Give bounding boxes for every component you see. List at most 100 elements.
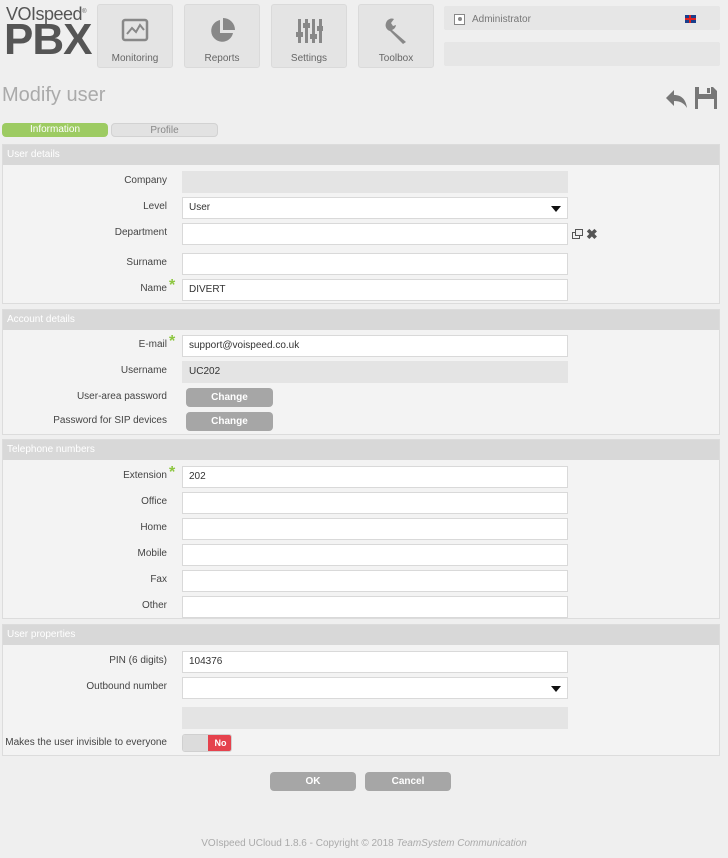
wrench-icon — [385, 18, 406, 44]
invisible-label: Makes the user invisible to everyone — [5, 737, 167, 748]
surname-row: Surname — [3, 253, 719, 275]
other-label: Other — [141, 600, 167, 611]
name-field[interactable]: DIVERT — [182, 279, 568, 301]
telephone-numbers-section: Telephone numbers Extension * 202 Office… — [2, 439, 720, 619]
level-label: Level — [143, 201, 167, 212]
nav-toolbox-label: Toolbox — [378, 53, 414, 64]
extension-label: Extension — [123, 470, 167, 481]
required-asterisk-icon: * — [169, 464, 176, 481]
name-label: Name — [140, 283, 167, 294]
nav-settings-label: Settings — [290, 53, 328, 64]
user-details-section: User details Company Level User Departme… — [2, 144, 720, 304]
department-field[interactable] — [182, 223, 568, 245]
account-details-section: Account details E-mail * support@voispee… — [2, 309, 720, 435]
monitor-chart-icon — [121, 18, 149, 42]
cancel-button[interactable]: Cancel — [365, 772, 451, 791]
pin-label: PIN (6 digits) — [109, 655, 167, 666]
level-select[interactable]: User — [182, 197, 568, 219]
pin-row: PIN (6 digits) 104376 — [3, 651, 719, 673]
toggle-state: No — [208, 735, 231, 751]
outbound-extra-field — [182, 707, 568, 729]
user-panel: Administrator — [444, 4, 720, 66]
nav-reports-button[interactable]: Reports — [184, 4, 260, 68]
user-secondary-bar — [444, 42, 720, 66]
toggle-off-part — [183, 735, 208, 751]
outbound-label: Outbound number — [86, 681, 167, 692]
username-field-label: Username — [120, 365, 167, 376]
pie-chart-icon — [211, 18, 235, 42]
surname-field[interactable] — [182, 253, 568, 275]
home-row: Home — [3, 518, 719, 540]
extension-field[interactable]: 202 — [182, 466, 568, 488]
email-field[interactable]: support@voispeed.co.uk — [182, 335, 568, 357]
tab-profile[interactable]: Profile — [111, 123, 218, 137]
section-header: User properties — [3, 625, 719, 645]
voispeed-pbx-logo: VOIspeed® PBX — [4, 4, 92, 64]
other-row: Other — [3, 596, 719, 618]
sliders-icon — [296, 19, 323, 43]
logo-pbx-text: PBX — [4, 15, 92, 64]
required-asterisk-icon: * — [169, 277, 176, 294]
ok-button[interactable]: OK — [270, 772, 356, 791]
change-sip-password-button[interactable]: Change — [186, 412, 273, 431]
user-area-password-label: User-area password — [76, 391, 167, 402]
department-row: Department ✖ — [3, 223, 719, 245]
outbound-extra-row — [3, 707, 719, 729]
user-area-password-row: User-area password Change — [3, 387, 719, 409]
footer-text: VOIspeed UCloud 1.8.6 - Copyright © 2018 — [201, 838, 397, 849]
close-icon[interactable]: ✖ — [586, 226, 598, 243]
sip-password-row: Password for SIP devices Change — [3, 411, 719, 433]
username-label: Administrator — [472, 14, 531, 25]
company-label: Company — [124, 175, 167, 186]
fax-label: Fax — [150, 574, 167, 585]
office-field[interactable] — [182, 492, 568, 514]
section-header: User details — [3, 145, 719, 165]
tab-information[interactable]: Information — [2, 123, 108, 137]
sip-password-label: Password for SIP devices — [53, 415, 167, 426]
back-arrow-icon[interactable] — [664, 86, 688, 110]
outbound-row: Outbound number — [3, 677, 719, 699]
level-row: Level User — [3, 197, 719, 219]
email-label: E-mail — [138, 339, 167, 350]
copy-icon[interactable] — [572, 229, 583, 239]
outbound-select[interactable] — [182, 677, 568, 699]
nav-monitoring-button[interactable]: Monitoring — [97, 4, 173, 68]
chevron-down-icon — [551, 686, 561, 692]
user-bar[interactable]: Administrator — [444, 6, 720, 30]
mobile-field[interactable] — [182, 544, 568, 566]
page-title: Modify user — [2, 84, 106, 106]
invisible-toggle[interactable]: No — [182, 734, 232, 752]
change-user-area-password-button[interactable]: Change — [186, 388, 273, 407]
footer-company: TeamSystem Communication — [396, 838, 527, 849]
office-row: Office — [3, 492, 719, 514]
office-label: Office — [141, 496, 167, 507]
home-label: Home — [140, 522, 167, 533]
section-header: Account details — [3, 310, 719, 330]
section-header: Telephone numbers — [3, 440, 719, 460]
username-row: Username UC202 — [3, 361, 719, 383]
uk-flag-icon[interactable] — [685, 15, 696, 23]
username-field: UC202 — [182, 361, 568, 383]
fax-row: Fax — [3, 570, 719, 592]
mobile-row: Mobile — [3, 544, 719, 566]
pin-field[interactable]: 104376 — [182, 651, 568, 673]
mobile-label: Mobile — [137, 548, 167, 559]
company-field — [182, 171, 568, 193]
department-label: Department — [114, 227, 167, 238]
other-field[interactable] — [182, 596, 568, 618]
nav-reports-label: Reports — [204, 53, 240, 64]
fax-field[interactable] — [182, 570, 568, 592]
nav-settings-button[interactable]: Settings — [271, 4, 347, 68]
footer: VOIspeed UCloud 1.8.6 - Copyright © 2018… — [0, 838, 728, 849]
extension-row: Extension * 202 — [3, 464, 719, 488]
user-properties-section: User properties PIN (6 digits) 104376 Ou… — [2, 624, 720, 756]
name-row: Name * DIVERT — [3, 277, 719, 301]
company-row: Company — [3, 171, 719, 193]
home-field[interactable] — [182, 518, 568, 540]
chevron-down-icon — [551, 206, 561, 212]
save-icon[interactable] — [694, 86, 718, 110]
nav-toolbox-button[interactable]: Toolbox — [358, 4, 434, 68]
surname-label: Surname — [126, 257, 167, 268]
required-asterisk-icon: * — [169, 333, 176, 350]
email-row: E-mail * support@voispeed.co.uk — [3, 333, 719, 357]
